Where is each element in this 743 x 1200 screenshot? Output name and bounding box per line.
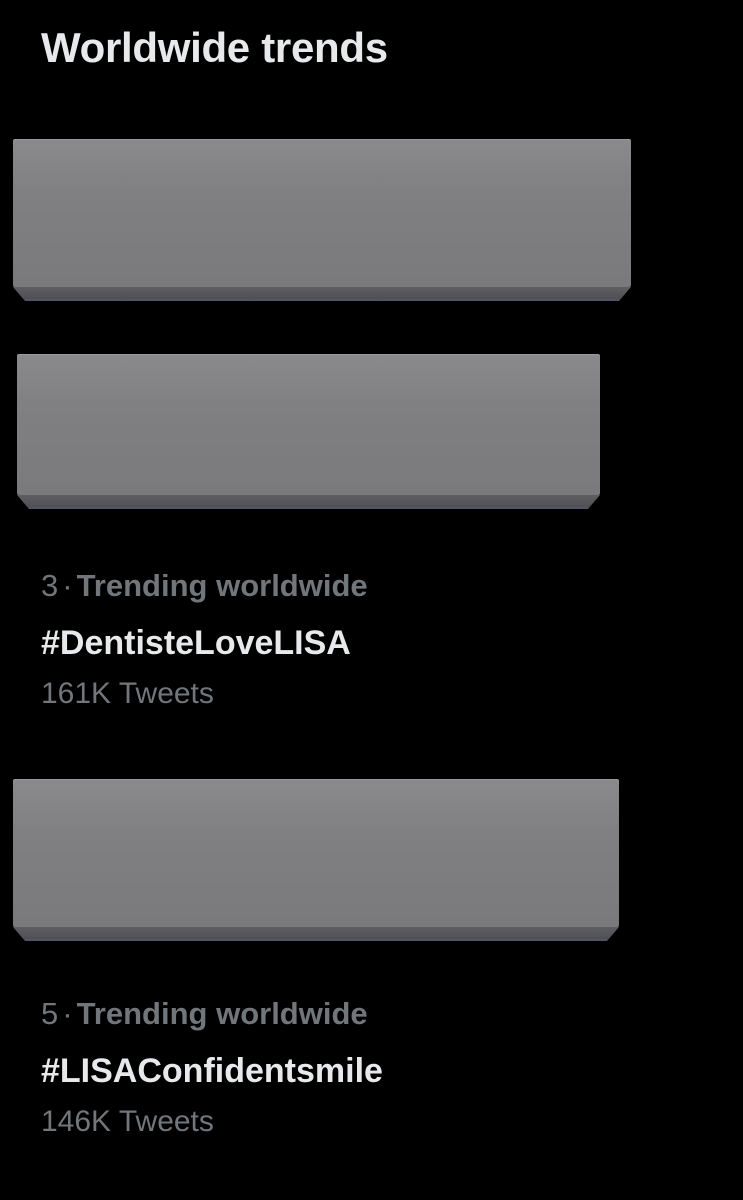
redacted-trend-block-2 [17, 354, 600, 509]
trend-context: 3 · Trending worldwide [41, 567, 368, 605]
trend-hashtag[interactable]: #DentisteLoveLISA [41, 621, 368, 665]
page-title: Worldwide trends [41, 24, 388, 71]
trend-tweet-count: 146K Tweets [41, 1105, 214, 1138]
trend-context: 5 · Trending worldwide [41, 995, 383, 1033]
trend-context-label: Trending worldwide [76, 568, 368, 603]
trend-hashtag[interactable]: #LISAConfidentsmile [41, 1049, 383, 1093]
redacted-trend-block-3 [13, 779, 619, 941]
trend-rank: 3 [41, 568, 59, 603]
redacted-trend-block-1 [13, 139, 631, 301]
trend-tweet-count: 161K Tweets [41, 677, 214, 710]
trend-item[interactable]: 5 · Trending worldwide #LISAConfidentsmile… [41, 995, 383, 1141]
trend-separator: · [62, 996, 73, 1031]
trend-separator: · [62, 568, 73, 603]
trend-rank: 5 [41, 996, 59, 1031]
trend-item[interactable]: 3 · Trending worldwide #DentisteLoveLISA 1… [41, 567, 368, 713]
trend-context-label: Trending worldwide [76, 996, 368, 1031]
